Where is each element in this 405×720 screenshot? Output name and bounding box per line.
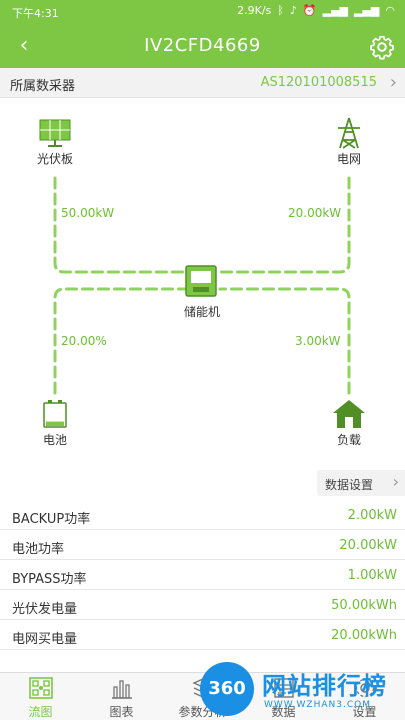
page-title: IV2CFD4669	[144, 35, 261, 56]
status-bar: 下午4:31 2.9K/s ᛒ ♪ ⏰ ▂▄▆ ▂▄▆ ◠	[0, 0, 405, 24]
stat-row: BACKUP功率 2.00kW	[0, 500, 405, 530]
grid-line	[218, 176, 351, 274]
signal-icon: ▂▄▆	[354, 4, 380, 17]
stat-key: BACKUP功率	[12, 512, 91, 527]
tab-label: 图表	[109, 705, 134, 719]
stat-row: 光伏发电量 50.00kWh	[0, 590, 405, 620]
stat-row: 电池功率 20.00kW	[0, 530, 405, 560]
load-power-value: 3.00kW	[295, 334, 341, 348]
watermark-title: 网站排行榜	[262, 672, 387, 700]
title-bar: ‹ IV2CFD4669	[0, 24, 405, 68]
watermark-subtitle: WWW.WZHAN3.COM	[264, 700, 371, 710]
stat-key: 电网买电量	[12, 632, 78, 647]
chevron-right-icon: ›	[392, 472, 399, 491]
stat-value: 50.00kWh	[331, 598, 397, 613]
watermark-badge: 360	[200, 662, 254, 716]
collector-row[interactable]: 所属数采器 AS120101008515 ›	[0, 68, 405, 98]
storage-machine-icon	[185, 265, 217, 297]
load-label: 负载	[336, 433, 361, 447]
stat-value: 1.00kW	[347, 568, 397, 583]
stat-row: 电网买电量 20.00kWh	[0, 620, 405, 650]
grid-label: 电网	[336, 152, 361, 166]
stat-key: 电池功率	[12, 542, 65, 557]
flow-diagram-icon	[29, 677, 53, 699]
mute-icon: ♪	[289, 4, 297, 17]
stat-key: 光伏发电量	[12, 602, 78, 617]
tab-chart[interactable]: 图表	[81, 673, 162, 720]
signal-icon: ▂▄▆	[322, 4, 348, 17]
stat-value: 2.00kW	[347, 508, 397, 523]
grid-power-value: 20.00kW	[288, 206, 342, 220]
bluetooth-icon: ᛒ	[277, 4, 284, 17]
stat-row: BYPASS功率 1.00kW	[0, 560, 405, 590]
wifi-icon: ◠	[385, 4, 395, 17]
house-icon	[333, 400, 365, 428]
battery-label: 电池	[42, 433, 67, 447]
solar-label: 光伏板	[36, 152, 73, 166]
tab-flow[interactable]: 流图	[0, 673, 81, 720]
data-settings-button[interactable]: 数据设置 ›	[317, 470, 405, 496]
battery-level	[46, 421, 64, 426]
status-icons: 2.9K/s ᛒ ♪ ⏰ ▂▄▆ ▂▄▆ ◠	[237, 5, 395, 17]
energy-flow-diagram: 光伏板 电网 储能机 电池 负载 50.00kW 20.00kW 20.00% …	[0, 98, 405, 468]
collector-value: AS120101008515	[260, 75, 377, 90]
gear-icon[interactable]	[369, 34, 395, 60]
stat-value: 20.00kW	[339, 538, 397, 553]
solar-panel-icon	[39, 119, 71, 147]
chevron-right-icon: ›	[389, 72, 397, 93]
battery-soc-value: 20.00%	[61, 334, 107, 348]
solar-power-value: 50.00kW	[61, 206, 115, 220]
alarm-icon: ⏰	[302, 4, 317, 17]
watermark: 360 网站排行榜 WWW.WZHAN3.COM	[196, 658, 405, 720]
stats-list: BACKUP功率 2.00kW 电池功率 20.00kW BYPASS功率 1.…	[0, 500, 405, 650]
grid-tower-icon	[338, 117, 360, 149]
stat-value: 20.00kWh	[331, 628, 397, 643]
stat-key: BYPASS功率	[12, 572, 87, 587]
status-time: 下午4:31	[12, 7, 59, 20]
bar-chart-icon	[112, 680, 132, 699]
solar-line	[53, 176, 187, 274]
battery-icon	[43, 400, 67, 428]
storage-label: 储能机	[183, 305, 220, 319]
network-speed: 2.9K/s	[237, 4, 272, 17]
collector-label: 所属数采器	[10, 79, 76, 94]
tab-label: 流图	[28, 705, 53, 719]
data-settings-label: 数据设置	[325, 478, 374, 492]
